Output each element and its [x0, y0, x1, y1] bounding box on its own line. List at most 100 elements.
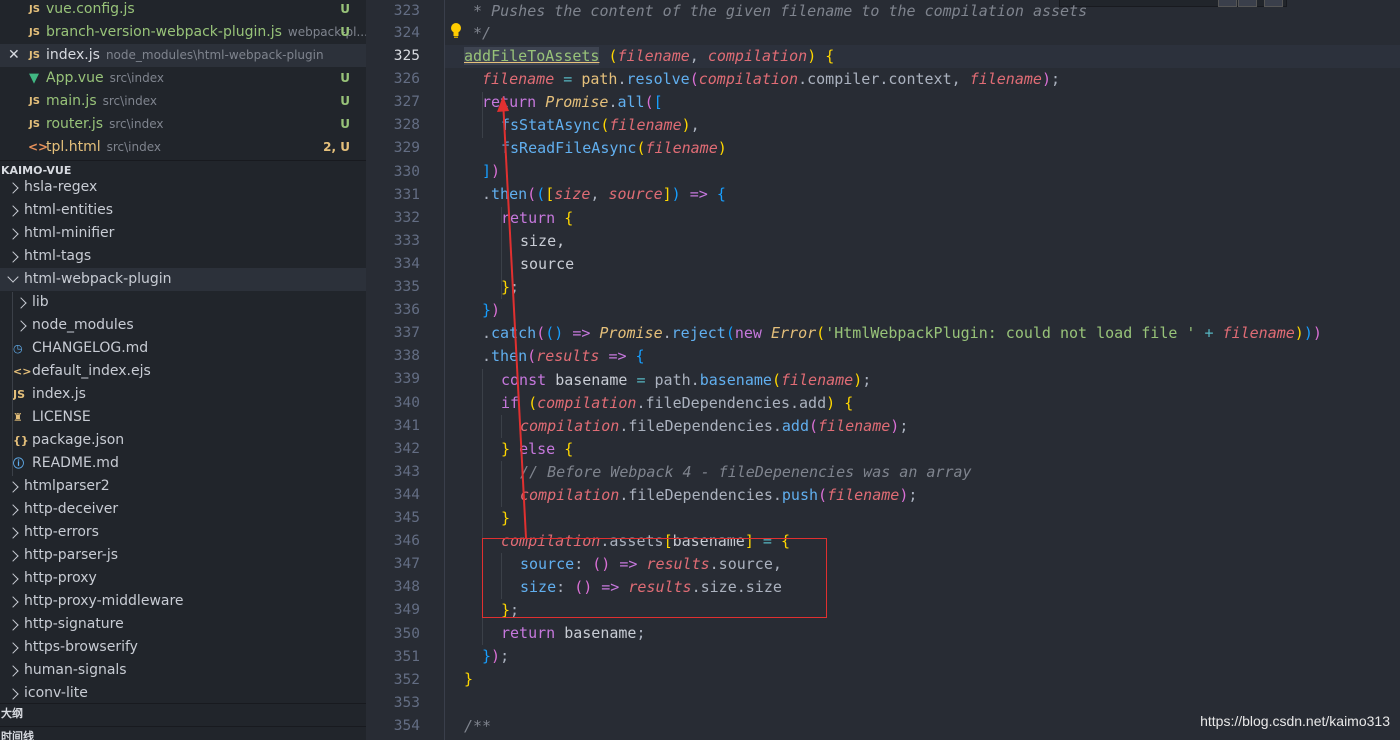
close-icon[interactable]: ✕: [8, 44, 20, 67]
tree-item-label: hsla-regex: [24, 179, 98, 195]
js-file-icon: JS: [29, 119, 40, 130]
tree-item[interactable]: html-tags: [0, 245, 366, 268]
chevron-right-icon: [15, 297, 27, 309]
open-editor-item[interactable]: <> tpl.html src\index 2, U: [0, 136, 366, 159]
git-status: U: [340, 94, 350, 108]
vue-file-icon: ▼: [29, 71, 39, 86]
open-editor-label: main.js src\index: [46, 93, 158, 109]
tree-item-label: http-signature: [24, 616, 124, 632]
chevron-right-icon: [15, 320, 27, 332]
chevron-right-icon: [7, 596, 19, 608]
line-number: 352: [393, 672, 420, 688]
open-editor-item[interactable]: ▼ App.vue src\index U: [0, 67, 366, 90]
open-editor-item[interactable]: JS branch-version-webpack-plugin.js webpa…: [0, 21, 366, 44]
open-editor-item[interactable]: JS main.js src\index U: [0, 90, 366, 113]
watermark: https://blog.csdn.net/kaimo313: [1200, 713, 1390, 729]
changelog-icon: ◷: [13, 342, 23, 355]
tree-item-label: node_modules: [32, 317, 134, 333]
open-editor-item[interactable]: JS router.js src\index U: [0, 113, 366, 136]
git-status: U: [340, 71, 350, 85]
tree-item-label: htmlparser2: [24, 478, 110, 494]
tree-item[interactable]: iconv-lite: [0, 682, 366, 705]
outline-section-header[interactable]: 大纲: [0, 705, 366, 723]
tree-item[interactable]: html-entities: [0, 199, 366, 222]
code-line-337: .catch(() => Promise.reject(new Error('H…: [482, 324, 1322, 342]
tree-item[interactable]: {} package.json: [0, 429, 366, 452]
chevron-right-icon: [7, 642, 19, 654]
section-divider: [0, 160, 366, 161]
chevron-right-icon: [7, 550, 19, 562]
info-icon: ⓘ: [13, 457, 24, 470]
tree-item[interactable]: https-browserify: [0, 636, 366, 659]
git-status: U: [340, 117, 350, 131]
tree-item[interactable]: ♜ LICENSE: [0, 406, 366, 429]
js-file-icon: JS: [29, 50, 40, 61]
timeline-section-header[interactable]: 时间线: [0, 728, 366, 740]
indent-guide: [12, 292, 13, 476]
tree-item[interactable]: htmlparser2: [0, 475, 366, 498]
tree-item[interactable]: ◷ CHANGELOG.md: [0, 337, 366, 360]
tree-item[interactable]: <> default_index.ejs: [0, 360, 366, 383]
find-close-button[interactable]: [1264, 0, 1283, 7]
tree-item[interactable]: html-webpack-plugin: [0, 268, 366, 291]
open-editor-label: router.js src\index: [46, 116, 164, 132]
tree-item[interactable]: JS index.js: [0, 383, 366, 406]
open-editor-item-active[interactable]: ✕ JS index.js node_modules\html-webpack-p…: [0, 44, 366, 67]
open-editor-label: tpl.html src\index: [46, 139, 162, 155]
tree-item-label: http-parser-js: [24, 547, 119, 563]
tree-item[interactable]: http-errors: [0, 521, 366, 544]
tree-item-label: http-errors: [24, 524, 99, 540]
annotation-arrow: [497, 96, 527, 539]
code-line-343: // Before Webpack 4 - fileDepenencies wa…: [520, 463, 972, 481]
tree-item-label: iconv-lite: [24, 685, 88, 701]
tree-item[interactable]: http-proxy: [0, 567, 366, 590]
section-divider: [0, 726, 366, 727]
line-number: 351: [393, 649, 420, 665]
line-number: 350: [393, 626, 420, 642]
code-line-352: }: [464, 670, 474, 688]
chevron-right-icon: [7, 182, 19, 194]
line-number: 349: [393, 602, 420, 618]
tree-item[interactable]: http-proxy-middleware: [0, 590, 366, 613]
js-file-icon: JS: [29, 96, 40, 107]
explorer-sidebar: JS vue.config.js U JS branch-version-web…: [0, 0, 366, 740]
git-status: 2, U: [323, 140, 350, 154]
find-option-button[interactable]: [1238, 0, 1257, 7]
chevron-right-icon: [7, 527, 19, 539]
js-file-icon: JS: [13, 388, 26, 401]
tree-item-label: http-proxy: [24, 570, 97, 586]
tree-item[interactable]: http-signature: [0, 613, 366, 636]
tree-item[interactable]: hsla-regex: [0, 176, 366, 199]
tree-item-label: html-minifier: [24, 225, 115, 241]
tree-item[interactable]: human-signals: [0, 659, 366, 682]
tree-item[interactable]: node_modules: [0, 314, 366, 337]
json-file-icon: {}: [13, 434, 29, 447]
tree-item[interactable]: lib: [0, 291, 366, 314]
chevron-right-icon: [7, 504, 19, 516]
tree-item-label: human-signals: [24, 662, 127, 678]
tree-item-label: html-tags: [24, 248, 92, 264]
tree-item[interactable]: html-minifier: [0, 222, 366, 245]
line-number: 348: [393, 579, 420, 595]
open-editor-item[interactable]: JS vue.config.js U: [0, 0, 366, 21]
section-divider: [0, 703, 366, 704]
tree-item[interactable]: http-deceiver: [0, 498, 366, 521]
line-number: 354: [393, 718, 420, 734]
tree-item-label: README.md: [32, 455, 119, 471]
tree-item[interactable]: ⓘ README.md: [0, 452, 366, 475]
open-editor-label: index.js node_modules\html-webpack-plugin: [46, 47, 324, 63]
chevron-right-icon: [7, 251, 19, 263]
tree-item[interactable]: http-parser-js: [0, 544, 366, 567]
chevron-right-icon: [7, 481, 19, 493]
tree-item-label: index.js: [32, 386, 86, 402]
chevron-down-icon: [7, 271, 19, 283]
code-editor[interactable]: 323 324 325 326 327 328 329 330 331 332 333 334 335 3…: [366, 0, 1400, 740]
js-file-icon: JS: [29, 27, 40, 38]
code-line-354: /**: [464, 717, 492, 735]
find-widget[interactable]: [1059, 0, 1287, 7]
chevron-right-icon: [7, 228, 19, 240]
tree-item-label: CHANGELOG.md: [32, 340, 149, 356]
code-line-351: });: [482, 647, 510, 665]
tree-item-label: https-browserify: [24, 639, 138, 655]
find-option-button[interactable]: [1218, 0, 1237, 7]
